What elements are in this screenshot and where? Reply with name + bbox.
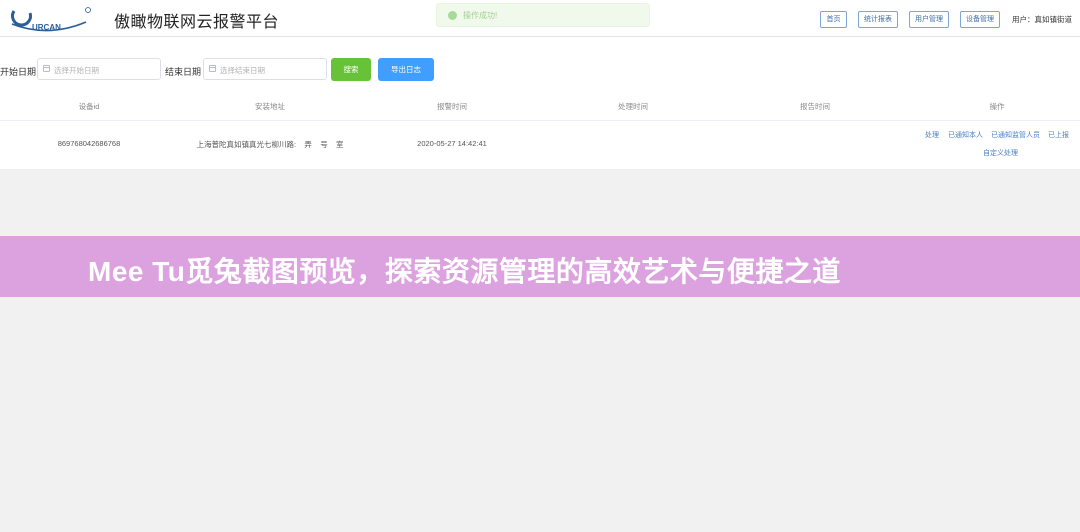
current-user: 用户：真如镇街道 — [1012, 15, 1072, 24]
column-header-device-id: 设备id — [78, 102, 100, 111]
toast-message: 操作成功! — [463, 11, 498, 20]
column-header-alarm-time: 报警时间 — [437, 102, 467, 111]
watermark-banner: Mee Tu觅兔截图预览，探索资源管理的高效艺术与便捷之道 — [0, 236, 1080, 297]
svg-text:URCAN: URCAN — [32, 23, 61, 32]
success-check-icon — [448, 11, 457, 20]
cell-address: 上海普陀真如镇真光七柳川路: 弄 号 室 — [196, 140, 344, 149]
start-date-placeholder: 选择开始日期 — [54, 66, 99, 75]
table-row: 869768042686768 上海普陀真如镇真光七柳川路: 弄 号 室 202… — [0, 121, 1080, 170]
action-notify-self-link[interactable]: 已通知本人 — [948, 130, 983, 140]
action-handle-link[interactable]: 处理 — [925, 130, 939, 140]
column-header-report-time: 报告时间 — [800, 102, 830, 111]
nav-devices-button[interactable]: 设备管理 — [960, 11, 1000, 28]
column-header-actions: 操作 — [989, 102, 1005, 111]
action-notify-supervisor-link[interactable]: 已通知监管人员 — [991, 130, 1040, 140]
cell-device-id: 869768042686768 — [57, 139, 121, 148]
app-title: 傲瞰物联网云报警平台 — [114, 14, 280, 31]
ourcan-logo[interactable]: URCAN — [8, 4, 92, 34]
success-toast: 操作成功! — [436, 3, 650, 27]
nav-home-button[interactable]: 首页 — [820, 11, 847, 28]
filter-bar: 开始日期 选择开始日期 结束日期 选择结束日期 搜索 导出日志 — [0, 37, 1080, 92]
search-button[interactable]: 搜索 — [331, 58, 371, 81]
action-reported-link[interactable]: 已上报 — [1048, 130, 1069, 140]
calendar-icon — [43, 65, 50, 72]
action-custom-link[interactable]: 自定义处理 — [983, 148, 1018, 158]
end-date-placeholder: 选择结束日期 — [220, 66, 265, 75]
start-date-label: 开始日期 — [0, 67, 37, 77]
table-header: 设备id 安装地址 报警时间 处理时间 报告时间 操作 — [0, 92, 1080, 121]
nav-reports-button[interactable]: 统计报表 — [858, 11, 898, 28]
cell-alarm-time: 2020-05-27 14:42:41 — [417, 139, 487, 148]
column-header-handle-time: 处理时间 — [618, 102, 648, 111]
nav-users-button[interactable]: 用户管理 — [909, 11, 949, 28]
end-date-label: 结束日期 — [165, 67, 202, 77]
banner-text: Mee Tu觅兔截图预览，探索资源管理的高效艺术与便捷之道 — [88, 256, 841, 287]
export-log-button[interactable]: 导出日志 — [378, 58, 434, 81]
end-date-input[interactable]: 选择结束日期 — [203, 58, 327, 80]
alarm-table: 设备id 安装地址 报警时间 处理时间 报告时间 操作 869768042686… — [0, 92, 1080, 170]
calendar-icon — [209, 65, 216, 72]
top-header: URCAN 傲瞰物联网云报警平台 操作成功! 首页 统计报表 用户管理 设备管理… — [0, 0, 1080, 37]
start-date-input[interactable]: 选择开始日期 — [37, 58, 161, 80]
column-header-address: 安装地址 — [255, 102, 285, 111]
